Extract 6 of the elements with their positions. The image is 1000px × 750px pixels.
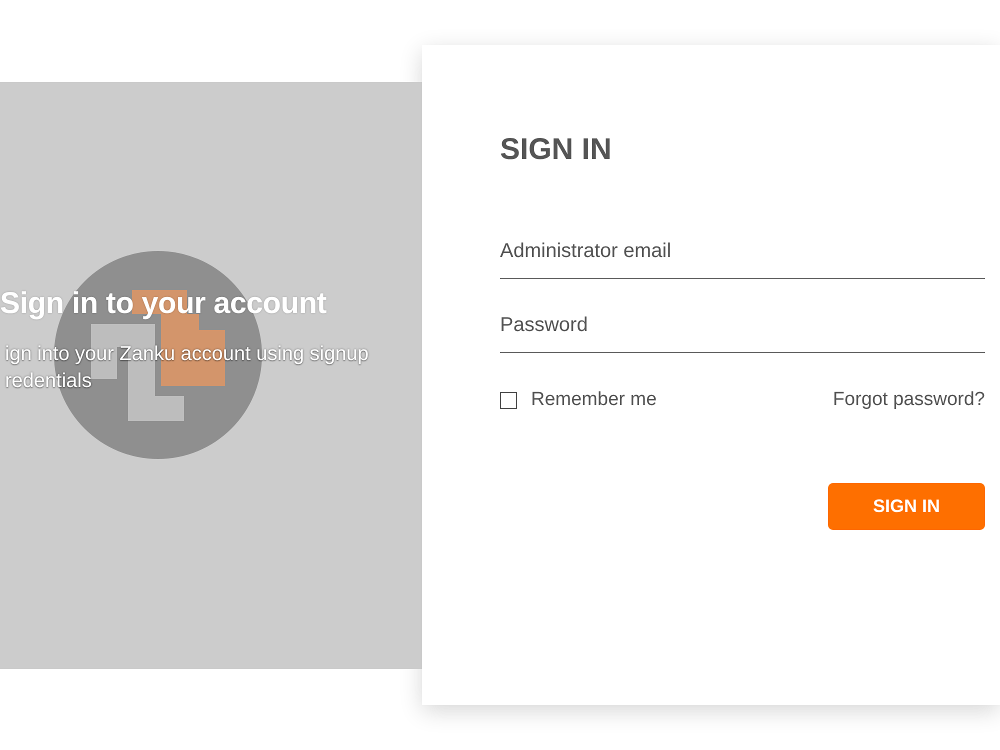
form-title: SIGN IN — [500, 132, 613, 168]
input-field[interactable]: Password — [500, 303, 985, 353]
checkbox[interactable] — [500, 392, 517, 408]
input-field[interactable]: Administrator email — [500, 229, 985, 279]
forgot-password-link[interactable]: Forgot password? — [832, 388, 985, 412]
remember-me-label: Remember me — [531, 388, 657, 412]
